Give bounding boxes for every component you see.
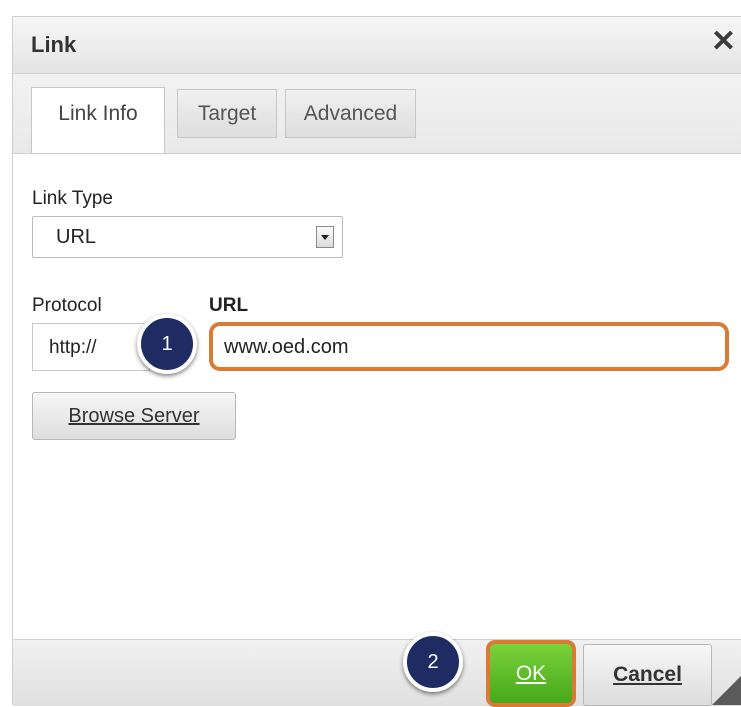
close-icon[interactable]: ✕ [711,27,736,57]
url-label: URL [209,295,249,316]
url-input[interactable]: www.oed.com [209,322,729,371]
link-type-select[interactable]: URL [32,216,343,258]
browse-server-button[interactable]: Browse Server [32,392,236,440]
step-marker-1: 1 [137,314,197,374]
link-type-label: Link Type [32,188,113,209]
step-marker-2: 2 [403,632,463,692]
tab-target[interactable]: Target [177,89,277,138]
protocol-label: Protocol [32,295,102,316]
dialog-titlebar[interactable]: Link ✕ [13,17,741,74]
link-dialog: Link ✕ Link Info Target Advanced Link Ty… [12,16,741,707]
dialog-title: Link [31,32,77,57]
tab-bar: Link Info Target Advanced [13,74,741,154]
tab-advanced[interactable]: Advanced [285,89,416,138]
link-type-value: URL [56,226,97,248]
protocol-value: http:// [49,337,97,358]
chevron-down-icon[interactable] [316,226,334,248]
cancel-button[interactable]: Cancel [583,644,712,706]
tab-link-info[interactable]: Link Info [31,87,165,153]
resize-handle-icon[interactable] [712,675,741,705]
protocol-select[interactable]: http:// [32,323,150,371]
url-value: www.oed.com [224,336,349,358]
ok-button[interactable]: OK [486,640,576,707]
